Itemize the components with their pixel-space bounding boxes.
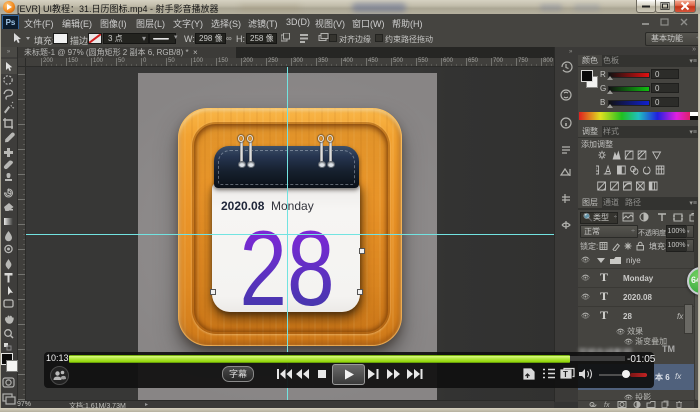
svg-text:T: T	[563, 370, 568, 379]
